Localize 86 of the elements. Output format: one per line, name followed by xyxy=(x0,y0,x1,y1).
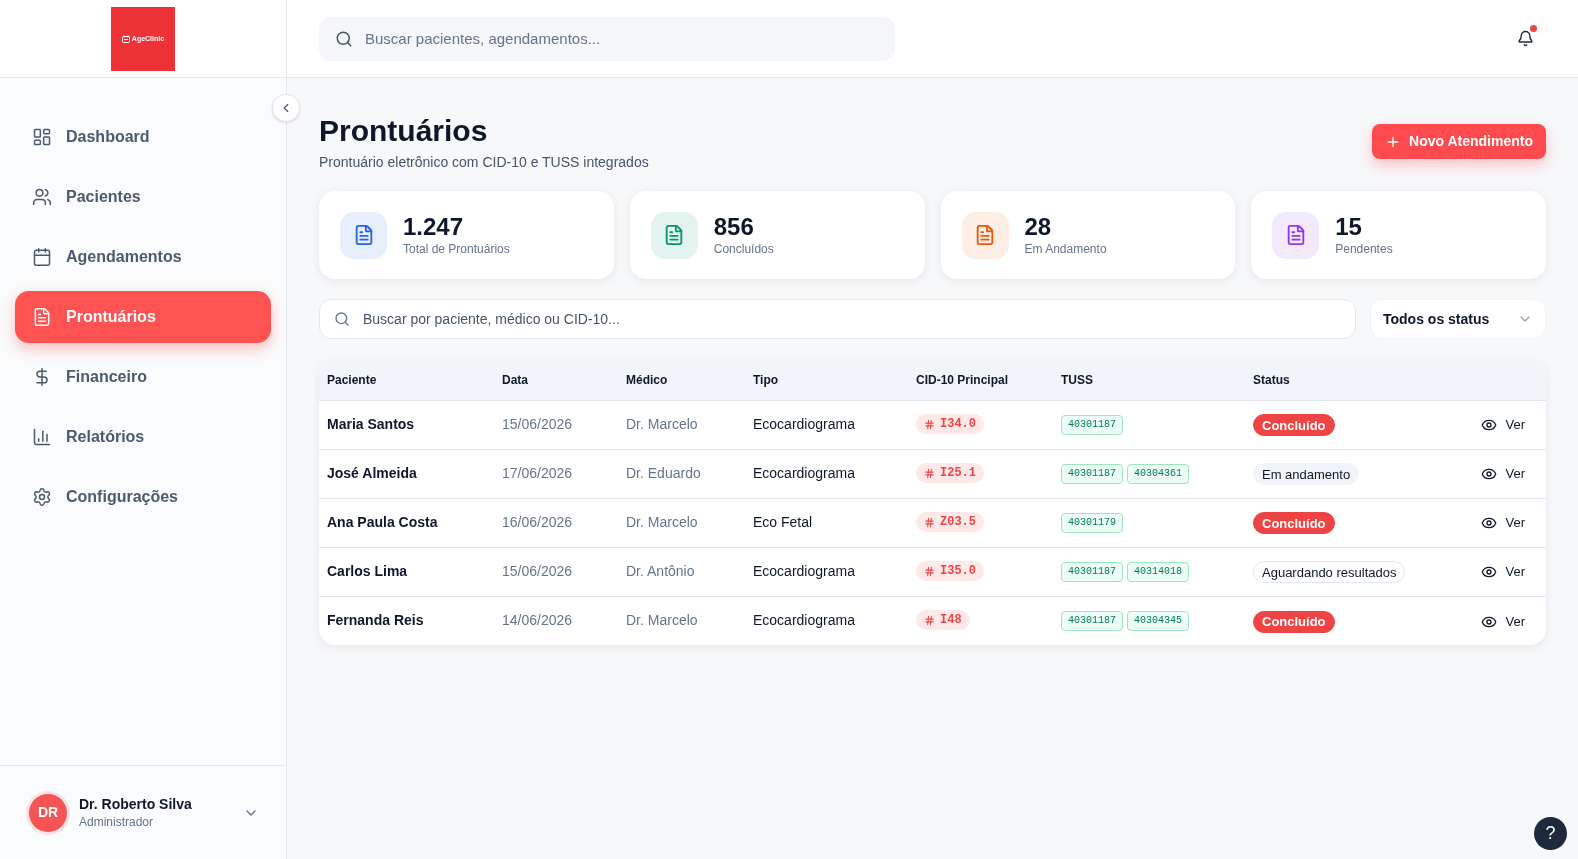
stat-label: Total de Prontuários xyxy=(403,241,510,257)
status-tag: Aguardando resultados xyxy=(1253,561,1406,584)
nav-item[interactable]: Configurações xyxy=(15,471,271,523)
cid-code: I35.0 xyxy=(940,563,976,580)
patient-name-cell: Maria Santos xyxy=(319,400,494,449)
tuss-code-tag: 40301187 xyxy=(1061,610,1123,631)
tuss-code-tag: 40304361 xyxy=(1127,463,1190,484)
doctor-cell: Dr. Marcelo xyxy=(618,498,745,547)
doctor-cell: Dr. Eduardo xyxy=(618,449,745,498)
hash-icon xyxy=(924,565,935,577)
date-cell: 17/06/2026 xyxy=(494,449,618,498)
nav-item[interactable]: Relatórios xyxy=(15,411,271,463)
view-button[interactable]: Ver xyxy=(1481,613,1525,630)
column-header: Médico xyxy=(618,360,745,400)
stat-value: 1.247 xyxy=(403,213,465,241)
search-field[interactable]: Buscar pacientes, agendamentos... xyxy=(319,16,895,61)
user-name: Dr. Roberto Silva xyxy=(79,795,192,814)
exam-type-cell: Eco Fetal xyxy=(745,498,908,547)
tuss-code-tag: 40301187 xyxy=(1061,463,1123,484)
patient-name-cell: Ana Paula Costa xyxy=(319,498,494,547)
tuss-code-tag: 40304345 xyxy=(1127,610,1190,631)
tuss-code-tag: 40314018 xyxy=(1127,561,1190,582)
date-cell: 15/06/2026 xyxy=(494,547,618,596)
hash-icon xyxy=(924,516,935,528)
records-search-field[interactable]: Buscar por paciente, médico ou CID-10... xyxy=(319,299,1356,339)
exam-type-cell: Ecocardiograma xyxy=(745,449,908,498)
hash-icon xyxy=(924,614,935,626)
date-cell: 14/06/2026 xyxy=(494,596,618,645)
cid-code: I48 xyxy=(940,612,962,630)
calendar-icon xyxy=(32,247,52,267)
column-header: Data xyxy=(494,360,618,400)
status-tag: Concluído xyxy=(1253,414,1335,437)
doctor-cell: Dr. Marcelo xyxy=(618,596,745,645)
doctor-cell: Dr. Marcelo xyxy=(618,400,745,449)
logo-icon xyxy=(121,34,130,43)
page-title: Prontuários xyxy=(319,113,489,149)
hash-icon xyxy=(924,418,935,430)
column-header: Tipo xyxy=(745,360,908,400)
column-header: CID-10 Principal xyxy=(908,360,1053,400)
stat-value: 28 xyxy=(1024,213,1053,241)
view-button[interactable]: Ver xyxy=(1481,466,1525,483)
nav-item[interactable]: Dashboard xyxy=(15,111,271,163)
nav-item[interactable]: Pacientes xyxy=(15,171,271,223)
grid-icon xyxy=(32,127,52,147)
bell-icon xyxy=(1516,30,1534,47)
exam-type-cell: Ecocardiograma xyxy=(745,596,908,645)
exam-type-cell: Ecocardiograma xyxy=(745,400,908,449)
stat-value: 856 xyxy=(713,213,755,241)
tuss-code-tag: 40301179 xyxy=(1061,512,1123,533)
view-button[interactable]: Ver xyxy=(1481,564,1525,581)
cid-code: Z03.5 xyxy=(940,514,976,531)
date-cell: 15/06/2026 xyxy=(494,400,618,449)
gear-icon xyxy=(32,487,52,507)
doctor-cell: Dr. Antônio xyxy=(618,547,745,596)
date-cell: 16/06/2026 xyxy=(494,498,618,547)
status-select[interactable]: Todos os status xyxy=(1370,299,1546,339)
cid-code: I25.1 xyxy=(940,465,976,482)
tuss-code-tag: 40301187 xyxy=(1061,561,1123,582)
document-icon xyxy=(32,307,52,327)
user-role: Administrador xyxy=(79,814,155,830)
stat-label: Pendentes xyxy=(1335,241,1393,257)
tuss-code-tag: 40301187 xyxy=(1061,414,1123,435)
hash-icon xyxy=(924,467,935,479)
status-tag: Concluído xyxy=(1253,512,1335,535)
status-tag: Concluído xyxy=(1253,610,1335,633)
patient-name-cell: José Almeida xyxy=(319,449,494,498)
stat-value: 15 xyxy=(1335,213,1363,241)
view-button[interactable]: Ver xyxy=(1481,417,1525,434)
status-tag: Em andamento xyxy=(1253,463,1360,486)
help-button[interactable]: ? xyxy=(1534,817,1567,850)
stat-label: Em Andamento xyxy=(1024,241,1107,257)
column-header: Paciente xyxy=(319,360,494,400)
column-header: Status xyxy=(1245,360,1445,400)
column-header: TUSS xyxy=(1053,360,1245,400)
bar-chart-icon xyxy=(32,427,52,447)
page-subtitle: Prontuário eletrônico com CID-10 e TUSS integrados xyxy=(319,153,649,172)
user-avatar: DR xyxy=(29,793,67,832)
nav-item[interactable]: Agendamentos xyxy=(15,231,271,283)
stat-label: Concluídos xyxy=(713,241,774,257)
view-button[interactable]: Ver xyxy=(1481,515,1525,532)
patient-name-cell: Fernanda Reis xyxy=(319,596,494,645)
cid-code: I34.0 xyxy=(940,416,976,433)
nav-item[interactable]: Financeiro xyxy=(15,351,271,403)
patient-name-cell: Carlos Lima xyxy=(319,547,494,596)
exam-type-cell: Ecocardiograma xyxy=(745,547,908,596)
users-icon xyxy=(32,187,52,207)
